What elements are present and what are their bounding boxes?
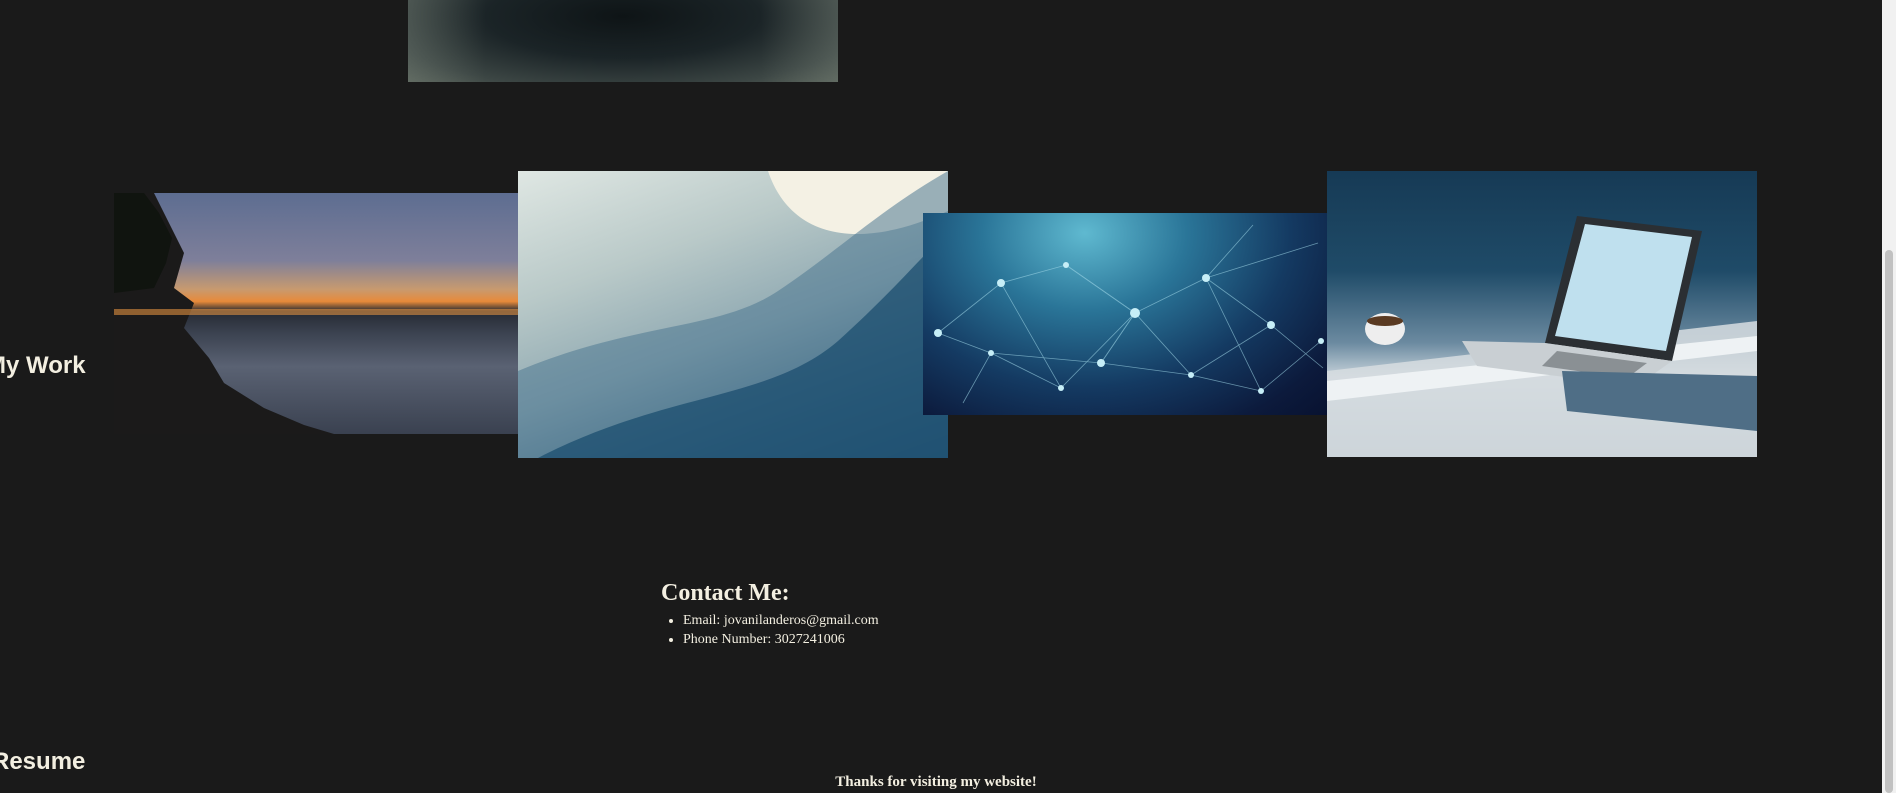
- scrollbar-thumb[interactable]: [1885, 250, 1893, 793]
- project-image-sunset: [114, 193, 518, 434]
- footer-text: Thanks for visiting my website!: [835, 774, 1037, 790]
- vertical-scrollbar[interactable]: [1882, 0, 1896, 793]
- project-image-network: [923, 213, 1327, 415]
- contact-phone: Phone Number: 3027241006: [683, 630, 879, 649]
- contact-heading: Contact Me:: [661, 580, 790, 606]
- contact-email: Email: jovanilanderos@gmail.com: [683, 611, 879, 630]
- my-work-heading: My Work: [0, 352, 86, 379]
- project-image-laptop-desk: [1327, 171, 1757, 457]
- project-image-abstract-wave: [518, 171, 948, 458]
- contact-list: Email: jovanilanderos@gmail.com Phone Nu…: [661, 611, 879, 649]
- contact-section: Contact Me: Email: jovanilanderos@gmail.…: [661, 580, 879, 649]
- page: My Work: [0, 0, 1896, 793]
- resume-heading: Resume: [0, 748, 86, 775]
- project-image-dark-abstract: [408, 0, 838, 82]
